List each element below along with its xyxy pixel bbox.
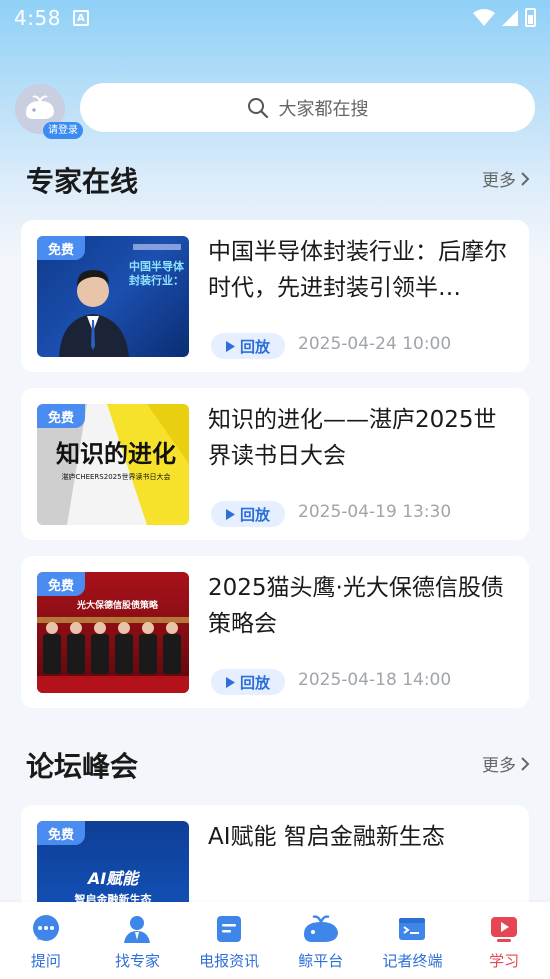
bottom-navigation: 提问 找专家 电报资讯 鲸平台 记者终端 学习 bbox=[0, 902, 550, 979]
search-icon bbox=[247, 97, 268, 118]
free-badge: 免费 bbox=[37, 821, 85, 845]
card-title[interactable]: 2025猫头鹰·光大保德信股债策略会 bbox=[208, 570, 508, 642]
search-bar[interactable]: 大家都在搜 bbox=[80, 83, 535, 132]
card-date: 2025-04-24 10:00 bbox=[298, 334, 452, 354]
nav-item-whale-platform[interactable]: 鲸平台 bbox=[276, 914, 366, 971]
section-forum-summit: 论坛峰会 更多 bbox=[0, 741, 550, 785]
nav-item-learn[interactable]: 学习 bbox=[459, 914, 549, 971]
nav-label: 电报资讯 bbox=[199, 952, 260, 970]
card-date: 2025-04-18 14:00 bbox=[298, 670, 452, 690]
card-title[interactable]: 中国半导体封装行业：后摩尔时代，先进封装引领半… bbox=[208, 234, 508, 306]
battery-icon bbox=[525, 8, 536, 27]
expert-card[interactable]: 光大保德信股债策略 免费 2025猫头鹰·光大保德信股债策略会 回放 2025-… bbox=[21, 556, 529, 708]
status-time: 4:58 bbox=[14, 6, 61, 30]
replay-button[interactable]: 回放 bbox=[211, 333, 285, 359]
card-thumbnail: 光大保德信股债策略 免费 bbox=[37, 572, 189, 693]
card-title[interactable]: AI赋能 智启金融新生态 bbox=[208, 819, 508, 855]
more-link[interactable]: 更多 bbox=[482, 166, 530, 191]
more-link[interactable]: 更多 bbox=[482, 751, 530, 776]
nav-label: 找专家 bbox=[114, 952, 160, 970]
section-title: 论坛峰会 bbox=[26, 750, 139, 783]
free-badge: 免费 bbox=[37, 236, 85, 260]
terminal-icon bbox=[399, 918, 426, 940]
thumb-text: 中国半导体 bbox=[129, 260, 184, 273]
expert-card[interactable]: 中国半导体 封装行业： 免费 中国半导体封装行业：后摩尔时代，先进封装引领半… … bbox=[21, 220, 529, 372]
chevron-right-icon bbox=[521, 171, 530, 186]
card-thumbnail: 中国半导体 封装行业： 免费 bbox=[37, 236, 189, 357]
nav-item-reporter-terminal[interactable]: 记者终端 bbox=[367, 914, 457, 971]
nav-label: 提问 bbox=[30, 952, 61, 970]
expert-card[interactable]: 知识的进化 湛庐CHEERS2025世界读书日大会 免费 知识的进化——湛庐20… bbox=[21, 388, 529, 540]
free-badge: 免费 bbox=[37, 404, 85, 428]
status-bar: 4:58 A bbox=[0, 0, 550, 36]
status-icons bbox=[473, 8, 536, 27]
nav-label: 记者终端 bbox=[382, 952, 443, 970]
play-icon bbox=[225, 676, 235, 688]
free-badge: 免费 bbox=[37, 572, 85, 596]
nav-item-find-expert[interactable]: 找专家 bbox=[92, 914, 182, 971]
more-label: 更多 bbox=[482, 171, 516, 191]
nav-item-telegraph-news[interactable]: 电报资讯 bbox=[184, 914, 274, 971]
card-date: 2025-04-19 13:30 bbox=[298, 502, 452, 522]
thumb-subtitle: 湛庐CHEERS2025世界读书日大会 bbox=[61, 473, 171, 481]
top-header: 请登录 大家都在搜 bbox=[0, 80, 550, 139]
thumb-title: 知识的进化 bbox=[56, 440, 176, 468]
whale-icon bbox=[303, 915, 338, 942]
replay-button[interactable]: 回放 bbox=[211, 501, 285, 527]
nav-item-ask[interactable]: 提问 bbox=[1, 914, 91, 971]
play-icon bbox=[225, 508, 235, 520]
play-icon bbox=[491, 917, 518, 942]
notification-icon: A bbox=[72, 10, 89, 26]
replay-label: 回放 bbox=[239, 673, 270, 692]
chevron-right-icon bbox=[521, 756, 530, 771]
section-expert-online: 专家在线 更多 bbox=[0, 156, 550, 200]
login-badge[interactable]: 请登录 bbox=[43, 122, 83, 139]
document-icon bbox=[217, 916, 242, 942]
login-avatar[interactable]: 请登录 bbox=[15, 84, 83, 139]
nav-label: 鲸平台 bbox=[298, 952, 344, 970]
replay-label: 回放 bbox=[239, 337, 270, 356]
card-title[interactable]: 知识的进化——湛庐2025世界读书日大会 bbox=[208, 402, 508, 474]
person-icon bbox=[124, 916, 151, 943]
more-label: 更多 bbox=[482, 756, 516, 776]
search-placeholder: 大家都在搜 bbox=[278, 98, 369, 120]
whale-avatar-icon bbox=[26, 95, 54, 119]
thumb-title: AI赋能 bbox=[87, 869, 139, 888]
section-title: 专家在线 bbox=[26, 165, 139, 198]
nav-label: 学习 bbox=[489, 952, 520, 970]
thumb-text: 封装行业： bbox=[129, 274, 184, 287]
chat-bubble-icon bbox=[32, 915, 59, 941]
replay-label: 回放 bbox=[239, 505, 270, 524]
thumb-text: 光大保德信股债策略 bbox=[77, 601, 159, 611]
wifi-icon bbox=[473, 8, 495, 26]
signal-icon bbox=[502, 9, 518, 26]
replay-button[interactable]: 回放 bbox=[211, 669, 285, 695]
card-thumbnail: 知识的进化 湛庐CHEERS2025世界读书日大会 免费 bbox=[37, 404, 189, 525]
play-icon bbox=[225, 340, 235, 352]
